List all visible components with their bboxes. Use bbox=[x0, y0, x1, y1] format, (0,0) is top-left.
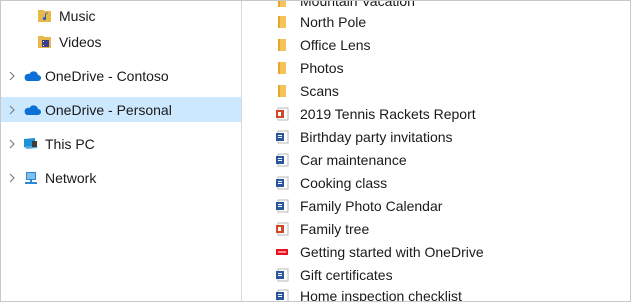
file-name: Scans bbox=[300, 83, 339, 99]
list-item-file[interactable]: Gift certificates bbox=[274, 264, 393, 286]
list-item-file[interactable]: Birthday party invitations bbox=[274, 126, 453, 148]
computer-icon bbox=[23, 136, 41, 152]
powerpoint-file-icon bbox=[274, 106, 290, 122]
onedrive-cloud-icon bbox=[23, 102, 41, 118]
list-item-file[interactable]: Home inspection checklist bbox=[274, 285, 462, 301]
file-name: Getting started with OneDrive bbox=[300, 244, 484, 260]
chevron-right-icon[interactable] bbox=[5, 171, 19, 185]
network-icon bbox=[23, 170, 41, 186]
videos-folder-icon bbox=[37, 34, 55, 50]
word-file-icon bbox=[274, 175, 290, 191]
word-file-icon bbox=[274, 129, 290, 145]
powerpoint-file-icon bbox=[274, 221, 290, 237]
file-name: Mountain Vacation bbox=[300, 1, 415, 9]
file-explorer-window: Music Videos OneDrive - Contoso OneDrive… bbox=[0, 0, 631, 302]
file-name: Cooking class bbox=[300, 175, 388, 191]
list-item-folder[interactable]: Photos bbox=[274, 57, 344, 79]
nav-item-music[interactable]: Music bbox=[1, 3, 241, 29]
file-name: Gift certificates bbox=[300, 267, 393, 283]
word-file-icon bbox=[274, 288, 290, 301]
file-name: Home inspection checklist bbox=[300, 288, 462, 301]
music-folder-icon bbox=[37, 8, 55, 24]
word-file-icon bbox=[274, 198, 290, 214]
nav-item-onedrive-contoso[interactable]: OneDrive - Contoso bbox=[1, 63, 241, 89]
file-name: Birthday party invitations bbox=[300, 129, 453, 145]
nav-item-this-pc[interactable]: This PC bbox=[1, 131, 241, 157]
nav-item-videos[interactable]: Videos bbox=[1, 29, 241, 55]
chevron-right-icon[interactable] bbox=[5, 69, 19, 83]
file-name: Family tree bbox=[300, 221, 370, 237]
nav-label-onedrive-personal: OneDrive - Personal bbox=[45, 101, 172, 118]
file-name: 2019 Tennis Rackets Report bbox=[300, 106, 476, 122]
chevron-right-icon[interactable] bbox=[5, 103, 19, 117]
list-item-file[interactable]: Family Photo Calendar bbox=[274, 195, 442, 217]
file-name: Family Photo Calendar bbox=[300, 198, 443, 214]
word-file-icon bbox=[274, 267, 290, 283]
nav-label-this-pc: This PC bbox=[45, 136, 95, 152]
list-item-folder[interactable]: Office Lens bbox=[274, 34, 371, 56]
list-item-file[interactable]: Car maintenance bbox=[274, 149, 407, 171]
list-item-file[interactable]: Getting started with OneDrive bbox=[274, 241, 484, 263]
folder-icon bbox=[274, 14, 290, 30]
file-name: Car maintenance bbox=[300, 152, 407, 168]
nav-item-onedrive-personal[interactable]: OneDrive - Personal bbox=[1, 97, 241, 122]
file-name: Photos bbox=[300, 60, 344, 76]
folder-icon bbox=[274, 83, 290, 99]
nav-label-network: Network bbox=[45, 170, 97, 186]
list-item-file[interactable]: Cooking class bbox=[274, 172, 387, 194]
file-name: Office Lens bbox=[300, 37, 371, 53]
word-file-icon bbox=[274, 152, 290, 168]
nav-label-videos: Videos bbox=[59, 34, 102, 50]
chevron-right-icon[interactable] bbox=[5, 137, 19, 151]
list-item-file[interactable]: 2019 Tennis Rackets Report bbox=[274, 103, 476, 125]
file-name: North Pole bbox=[300, 14, 367, 30]
folder-icon bbox=[274, 60, 290, 76]
folder-icon bbox=[274, 37, 290, 53]
nav-item-network[interactable]: Network bbox=[1, 165, 241, 191]
nav-label-music: Music bbox=[59, 8, 96, 24]
list-item-folder[interactable]: North Pole bbox=[274, 11, 366, 33]
list-item-folder[interactable]: Scans bbox=[274, 80, 339, 102]
pdf-file-icon bbox=[274, 244, 290, 260]
file-list: Mountain Vacation North Pole Office Lens… bbox=[242, 1, 630, 301]
folder-icon bbox=[274, 1, 290, 9]
nav-label-onedrive-contoso: OneDrive - Contoso bbox=[45, 68, 169, 84]
list-item-file[interactable]: Family tree bbox=[274, 218, 369, 240]
navigation-pane: Music Videos OneDrive - Contoso OneDrive… bbox=[1, 1, 241, 301]
onedrive-cloud-icon bbox=[23, 68, 41, 84]
